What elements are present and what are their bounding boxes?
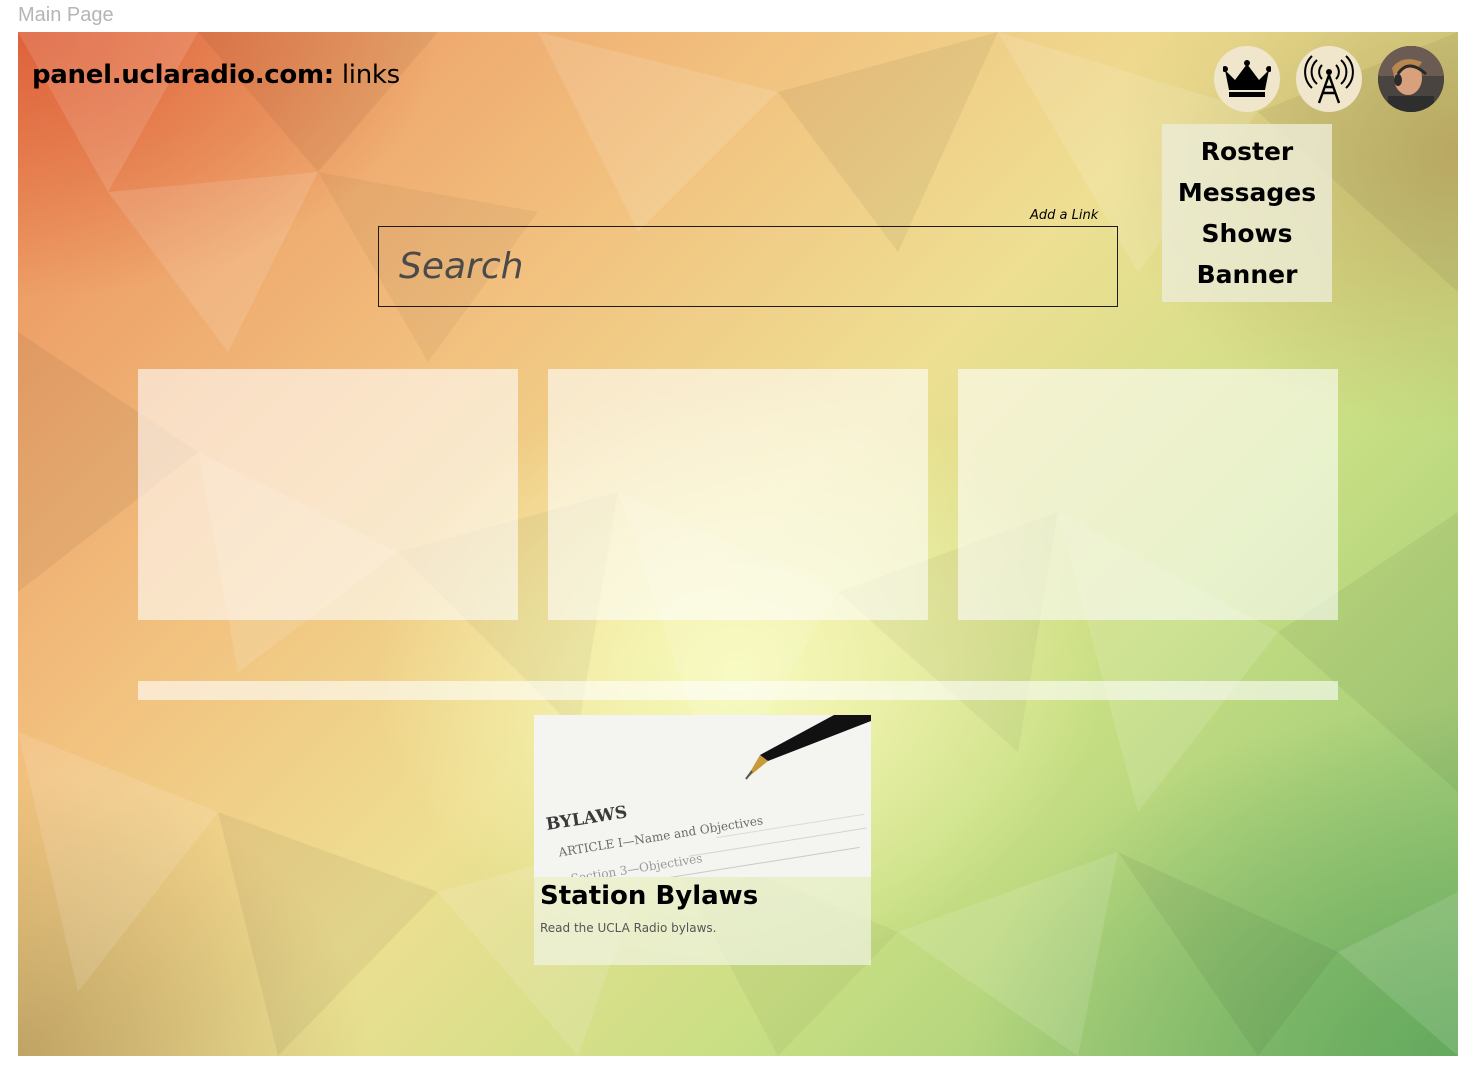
- card-description: Read the UCLA Radio bylaws.: [540, 921, 717, 935]
- link-tile[interactable]: [138, 369, 518, 620]
- page-label: Main Page: [18, 4, 114, 26]
- search-input[interactable]: [378, 226, 1118, 307]
- site-title: panel.uclaradio.com: links: [32, 60, 400, 90]
- bylaws-document-illustration: BYLAWS ARTICLE I—Name and Objectives Sec…: [534, 715, 871, 877]
- section-divider: [138, 681, 1338, 700]
- section-name: links: [341, 60, 400, 90]
- links-page: panel.uclaradio.com: links Roster Messag…: [18, 32, 1458, 1056]
- menu-item-roster[interactable]: Roster: [1201, 134, 1294, 169]
- link-tile[interactable]: [958, 369, 1338, 620]
- broadcast-button[interactable]: [1296, 46, 1362, 112]
- admin-menu: Roster Messages Shows Banner: [1162, 124, 1332, 302]
- profile-button[interactable]: [1378, 46, 1444, 112]
- menu-item-banner[interactable]: Banner: [1197, 257, 1298, 292]
- bylaws-image: BYLAWS ARTICLE I—Name and Objectives Sec…: [534, 715, 871, 877]
- radio-tower-icon: [1304, 55, 1354, 104]
- link-card-bylaws[interactable]: BYLAWS ARTICLE I—Name and Objectives Sec…: [534, 715, 871, 965]
- card-title: Station Bylaws: [540, 881, 759, 911]
- site-name: panel.uclaradio.com:: [32, 60, 334, 90]
- add-link-button[interactable]: Add a Link: [1030, 208, 1098, 223]
- crown-icon: [1223, 60, 1271, 97]
- admin-button[interactable]: [1214, 46, 1280, 112]
- menu-item-shows[interactable]: Shows: [1202, 216, 1293, 251]
- menu-item-messages[interactable]: Messages: [1178, 175, 1316, 210]
- user-avatar: [1378, 46, 1444, 112]
- link-tile[interactable]: [548, 369, 928, 620]
